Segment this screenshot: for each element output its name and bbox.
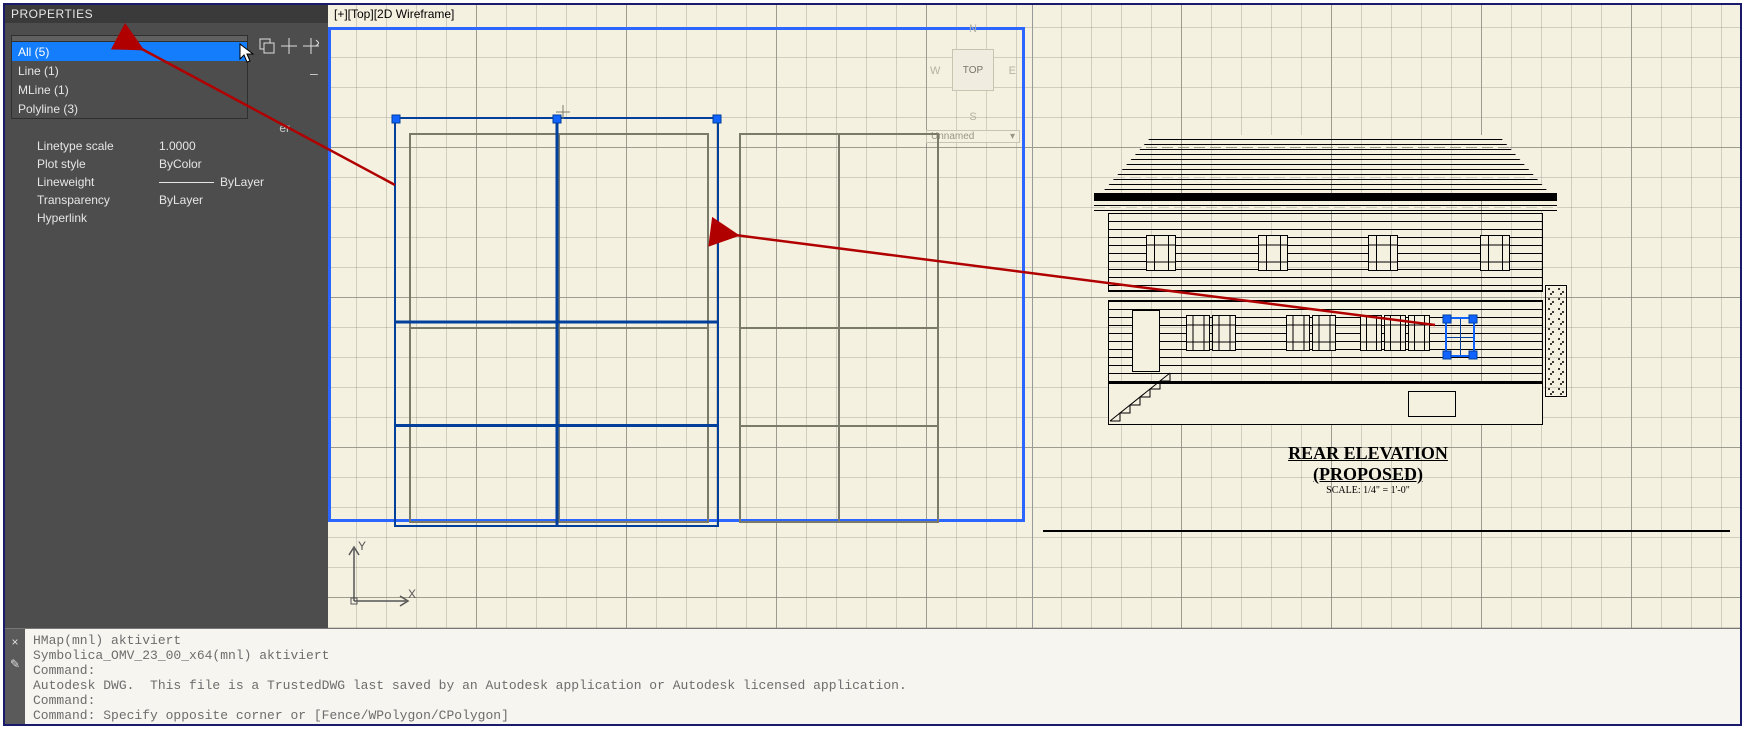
ground-line xyxy=(1043,530,1730,532)
viewcube-north[interactable]: N xyxy=(969,23,977,35)
viewport-right[interactable]: REAR ELEVATION (PROPOSED) SCALE: 1/4" = … xyxy=(1033,5,1740,628)
selection-filter-option[interactable]: Line (1) xyxy=(12,61,247,80)
selection-filter-list[interactable]: All (5) Line (1) MLine (1) Polyline (3) xyxy=(11,41,248,119)
selection-filter-option[interactable]: MLine (1) xyxy=(12,80,247,99)
section-collapse-icon[interactable]: – xyxy=(310,65,322,81)
drawing-scale: SCALE: 1/4" = 1'-0" xyxy=(1233,485,1503,496)
viewcube[interactable]: N S W E TOP Unnamed ▾ xyxy=(930,23,1016,143)
bg-window xyxy=(739,133,939,523)
viewcube-west[interactable]: W xyxy=(930,65,940,77)
viewcube-face[interactable]: TOP xyxy=(952,49,994,91)
properties-title: PROPERTIES xyxy=(5,5,328,23)
properties-panel: PROPERTIES All (5) ▾ xyxy=(5,5,328,628)
customize-icon[interactable]: ✎ xyxy=(10,657,20,671)
drawing-title: REAR ELEVATION (PROPOSED) xyxy=(1233,443,1503,485)
drawing-area: [+][Top][2D Wireframe] N S W E TOP Unnam… xyxy=(328,5,1740,628)
grip-icon[interactable] xyxy=(1443,351,1452,360)
drawing-title-block: REAR ELEVATION (PROPOSED) SCALE: 1/4" = … xyxy=(1233,443,1503,496)
viewcube-ucs-dropdown[interactable]: Unnamed ▾ xyxy=(926,130,1020,143)
chevron-down-icon: ▾ xyxy=(1010,131,1015,142)
truncated-value-hint: er xyxy=(279,121,290,135)
ucs-y-label: Y xyxy=(358,539,366,553)
rear-elevation-drawing xyxy=(1108,135,1543,435)
ucs-x-label: X xyxy=(408,587,416,601)
prop-label-plot-style: Plot style xyxy=(37,157,159,171)
toggle-pickadd-icon[interactable] xyxy=(256,35,278,57)
prop-value-transparency[interactable]: ByLayer xyxy=(159,193,203,207)
viewport-left[interactable]: [+][Top][2D Wireframe] N S W E TOP Unnam… xyxy=(328,5,1033,628)
selection-filter-option[interactable]: All (5) xyxy=(12,42,247,61)
command-line-area: × ✎ HMap(mnl) aktiviert Symbolica_OMV_23… xyxy=(5,628,1740,724)
grip-icon[interactable] xyxy=(713,115,722,124)
command-line-gutter[interactable]: × ✎ xyxy=(5,629,25,724)
viewport-controls[interactable]: [+][Top][2D Wireframe] xyxy=(334,7,454,21)
prop-label-hyperlink: Hyperlink xyxy=(37,211,159,225)
snap-marker-icon xyxy=(556,105,570,119)
quick-select-icon[interactable] xyxy=(300,35,322,57)
viewcube-east[interactable]: E xyxy=(1009,65,1016,77)
prop-value-lineweight[interactable]: ByLayer xyxy=(159,175,264,189)
prop-value-plot-style[interactable]: ByColor xyxy=(159,157,202,171)
grip-icon[interactable] xyxy=(392,115,401,124)
prop-label-linetype-scale: Linetype scale xyxy=(37,139,159,153)
prop-label-lineweight: Lineweight xyxy=(37,175,159,189)
prop-label-transparency: Transparency xyxy=(37,193,159,207)
grip-icon[interactable] xyxy=(1469,351,1478,360)
selection-filter-option[interactable]: Polyline (3) xyxy=(12,99,247,118)
grip-icon[interactable] xyxy=(1443,315,1452,324)
selected-window-instance[interactable] xyxy=(1445,317,1475,357)
grip-icon[interactable] xyxy=(1469,315,1478,324)
lineweight-preview-icon xyxy=(159,182,214,183)
close-icon[interactable]: × xyxy=(11,635,18,649)
selected-window-block[interactable] xyxy=(394,117,719,527)
command-history[interactable]: HMap(mnl) aktiviert Symbolica_OMV_23_00_… xyxy=(25,629,1740,724)
ucs-icon: Y X xyxy=(344,541,414,614)
select-objects-icon[interactable] xyxy=(278,35,300,57)
properties-rows: Linetype scale 1.0000 Plot style ByColor… xyxy=(5,137,328,227)
prop-value-linetype-scale[interactable]: 1.0000 xyxy=(159,139,196,153)
viewcube-south[interactable]: S xyxy=(969,111,976,123)
